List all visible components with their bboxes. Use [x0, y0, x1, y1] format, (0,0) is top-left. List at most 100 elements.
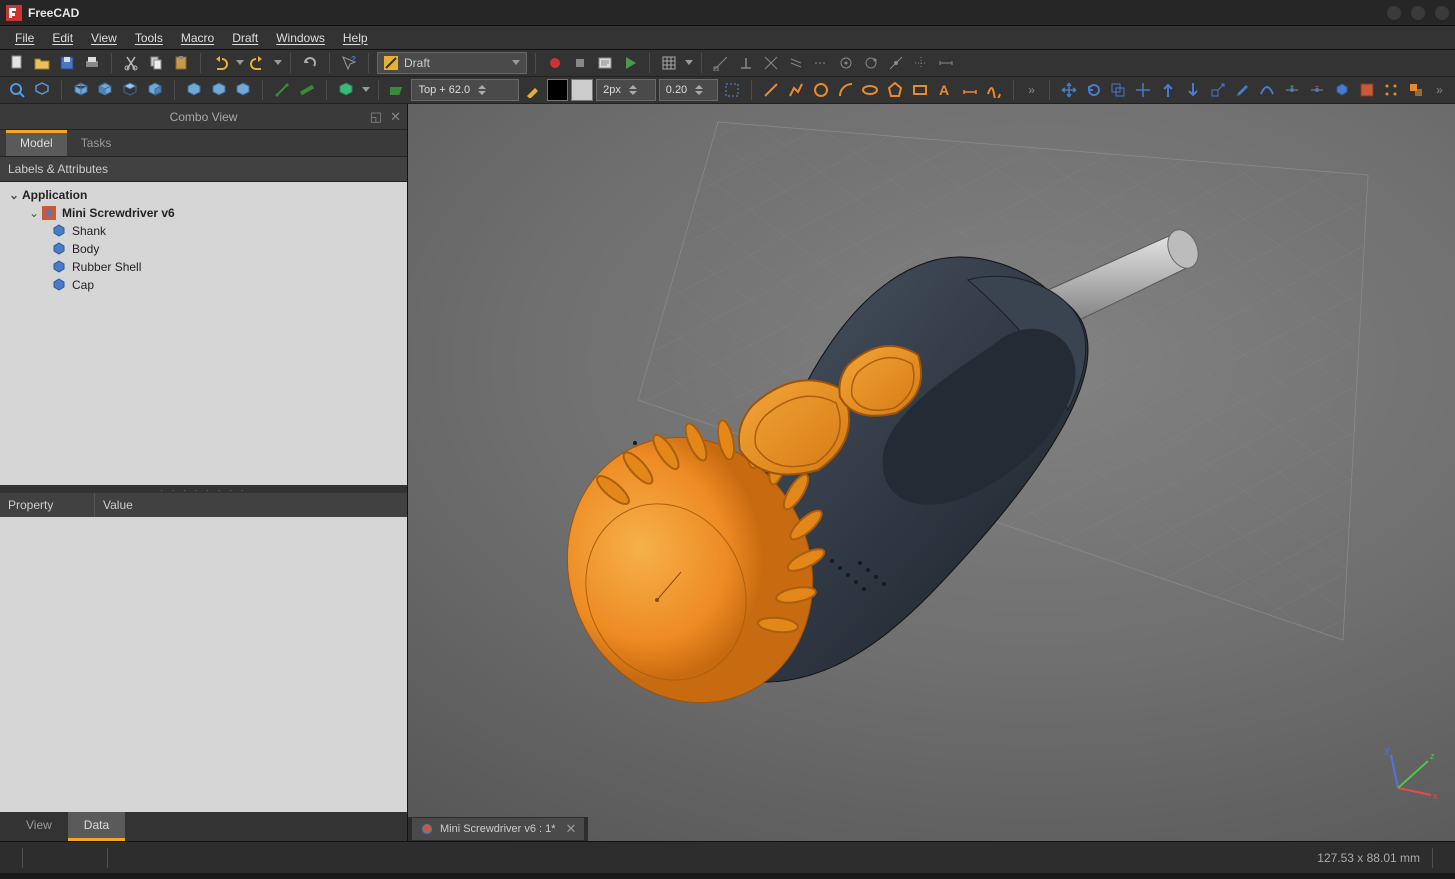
- document-tab[interactable]: Mini Screwdriver v6 : 1* ✕: [412, 818, 584, 840]
- snap-perpendicular-button[interactable]: [735, 52, 757, 74]
- rectangle-tool-button[interactable]: [909, 79, 931, 101]
- panel-float-button[interactable]: ◱: [370, 109, 382, 125]
- menu-file[interactable]: File: [6, 28, 43, 48]
- bspline-tool-button[interactable]: [983, 79, 1005, 101]
- array-button[interactable]: [1381, 79, 1403, 101]
- macro-list-button[interactable]: [594, 52, 616, 74]
- spin-down-icon[interactable]: [629, 91, 637, 95]
- font-size-input[interactable]: 0.20: [659, 79, 719, 101]
- construction-mode-button[interactable]: [721, 79, 743, 101]
- snap-intersection-button[interactable]: [760, 52, 782, 74]
- working-plane-input[interactable]: Top + 62.0: [411, 79, 518, 101]
- macro-record-button[interactable]: [544, 52, 566, 74]
- appearance-dropdown-icon[interactable]: [362, 87, 370, 93]
- polygon-tool-button[interactable]: [884, 79, 906, 101]
- offset-tool-button[interactable]: [1108, 79, 1130, 101]
- draft2sketch-button[interactable]: [1356, 79, 1378, 101]
- clone-button[interactable]: [1405, 79, 1427, 101]
- redo-dropdown-icon[interactable]: [274, 60, 282, 66]
- snap-dimensions-button[interactable]: [935, 52, 957, 74]
- rotate-tool-button[interactable]: [1083, 79, 1105, 101]
- circle-tool-button[interactable]: [810, 79, 832, 101]
- downgrade-tool-button[interactable]: [1182, 79, 1204, 101]
- window-minimize-button[interactable]: [1387, 6, 1401, 20]
- tree-item-cap[interactable]: Cap: [0, 276, 407, 294]
- tab-view-properties[interactable]: View: [10, 812, 68, 841]
- tree-application[interactable]: ⌄ Application: [0, 186, 407, 204]
- menu-help[interactable]: Help: [334, 28, 377, 48]
- trimex-tool-button[interactable]: [1132, 79, 1154, 101]
- cut-button[interactable]: [120, 52, 142, 74]
- 3d-viewport[interactable]: x y z Mini Screwdriver v6 : 1* ✕: [408, 104, 1455, 841]
- document-tab-close[interactable]: ✕: [566, 821, 577, 837]
- front-view-button[interactable]: [94, 79, 116, 101]
- expand-icon[interactable]: ⌄: [8, 188, 20, 202]
- tree-item-body[interactable]: Body: [0, 240, 407, 258]
- menu-tools[interactable]: Tools: [126, 28, 172, 48]
- dimension-tool-button[interactable]: [959, 79, 981, 101]
- copy-button[interactable]: [145, 52, 167, 74]
- measure-distance-button[interactable]: [271, 79, 293, 101]
- arc-tool-button[interactable]: [835, 79, 857, 101]
- spin-up-icon[interactable]: [695, 85, 703, 89]
- menu-edit[interactable]: Edit: [43, 28, 82, 48]
- add-point-button[interactable]: [1281, 79, 1303, 101]
- overflow-icon-2[interactable]: »: [1436, 83, 1443, 97]
- ellipse-tool-button[interactable]: [859, 79, 881, 101]
- fit-selection-button[interactable]: [31, 79, 53, 101]
- measure-tool-button[interactable]: [296, 79, 318, 101]
- bottom-view-button[interactable]: [208, 79, 230, 101]
- move-tool-button[interactable]: [1058, 79, 1080, 101]
- tree-document[interactable]: ⌄ Mini Screwdriver v6: [0, 204, 407, 222]
- splitter-handle[interactable]: · · · · · · · ·: [0, 485, 407, 493]
- spin-down-icon[interactable]: [695, 91, 703, 95]
- right-view-button[interactable]: [144, 79, 166, 101]
- grid-dropdown-icon[interactable]: [685, 60, 693, 66]
- menu-macro[interactable]: Macro: [172, 28, 223, 48]
- snap-ortho-button[interactable]: [910, 52, 932, 74]
- shape2dview-button[interactable]: [1331, 79, 1353, 101]
- new-button[interactable]: [6, 52, 28, 74]
- tab-model[interactable]: Model: [6, 130, 67, 156]
- menu-windows[interactable]: Windows: [267, 28, 334, 48]
- macro-stop-button[interactable]: [569, 52, 591, 74]
- tab-data-properties[interactable]: Data: [68, 812, 125, 841]
- redo-button[interactable]: [247, 52, 269, 74]
- rear-view-button[interactable]: [183, 79, 205, 101]
- tab-tasks[interactable]: Tasks: [67, 130, 126, 156]
- spin-up-icon[interactable]: [478, 85, 486, 89]
- expand-icon[interactable]: ⌄: [28, 206, 40, 220]
- property-body[interactable]: [0, 517, 407, 812]
- open-button[interactable]: [31, 52, 53, 74]
- print-button[interactable]: [81, 52, 103, 74]
- fit-all-button[interactable]: [6, 79, 28, 101]
- snap-endpoint-button[interactable]: [710, 52, 732, 74]
- wire-to-bspline-button[interactable]: [1256, 79, 1278, 101]
- line-color-swatch[interactable]: [571, 79, 593, 101]
- undo-dropdown-icon[interactable]: [236, 60, 244, 66]
- snap-near-button[interactable]: [885, 52, 907, 74]
- overflow-icon[interactable]: »: [1028, 83, 1035, 97]
- window-close-button[interactable]: [1435, 6, 1449, 20]
- upgrade-tool-button[interactable]: [1157, 79, 1179, 101]
- refresh-button[interactable]: [299, 52, 321, 74]
- part-appearance-button[interactable]: [335, 79, 357, 101]
- save-button[interactable]: [56, 52, 78, 74]
- left-view-button[interactable]: [232, 79, 254, 101]
- style-button[interactable]: [522, 79, 544, 101]
- text-tool-button[interactable]: A: [934, 79, 956, 101]
- del-point-button[interactable]: [1306, 79, 1328, 101]
- snap-center-button[interactable]: [835, 52, 857, 74]
- undo-button[interactable]: [209, 52, 231, 74]
- edit-tool-button[interactable]: [1232, 79, 1254, 101]
- tree-item-shank[interactable]: Shank: [0, 222, 407, 240]
- menu-draft[interactable]: Draft: [223, 28, 267, 48]
- isometric-button[interactable]: [70, 79, 92, 101]
- top-view-button[interactable]: [119, 79, 141, 101]
- line-width-input[interactable]: 2px: [596, 79, 656, 101]
- scale-tool-button[interactable]: [1207, 79, 1229, 101]
- model-tree[interactable]: ⌄ Application ⌄ Mini Screwdriver v6 Shan…: [0, 182, 407, 485]
- wire-tool-button[interactable]: [785, 79, 807, 101]
- whatsthis-button[interactable]: ?: [338, 52, 360, 74]
- line-tool-button[interactable]: [760, 79, 782, 101]
